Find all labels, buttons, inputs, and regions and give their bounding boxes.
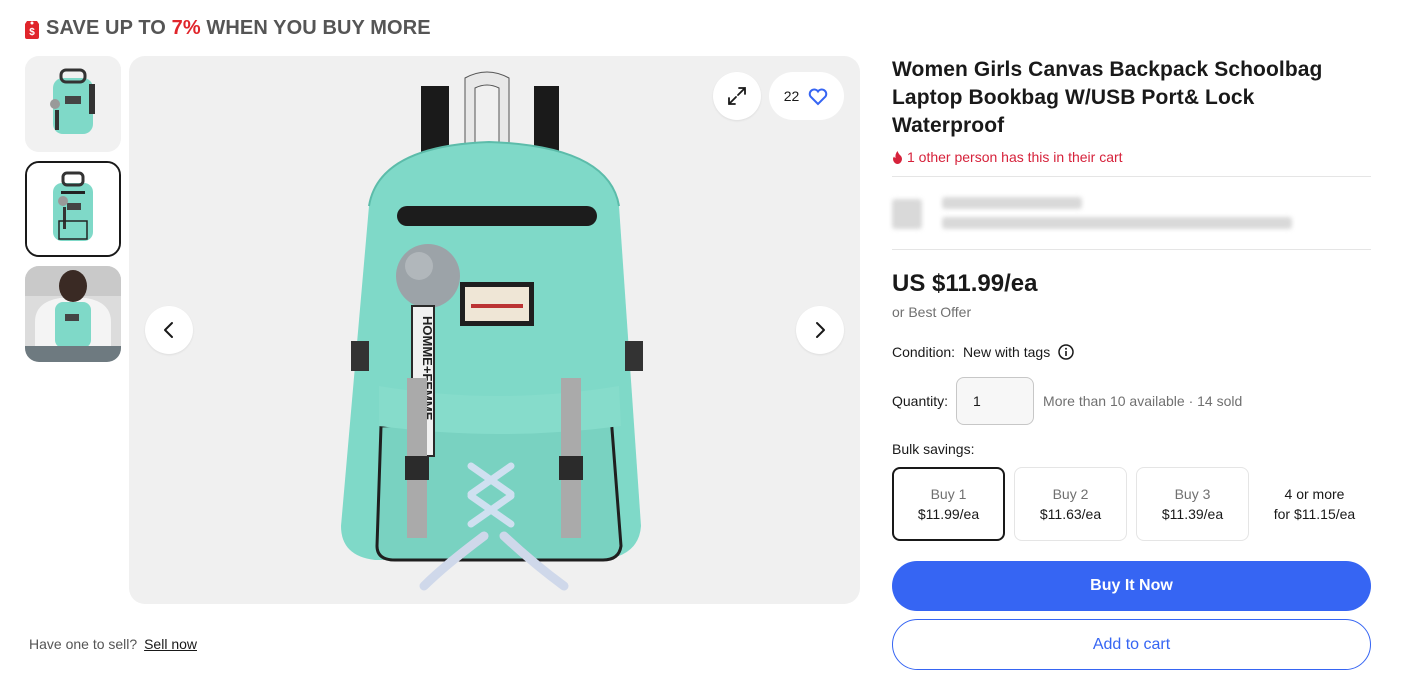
sell-now-link[interactable]: Sell now xyxy=(144,636,197,652)
condition-row: Condition: New with tags xyxy=(892,344,1371,360)
thumbnail-strip xyxy=(25,56,121,371)
seller-info-redacted xyxy=(892,177,1371,249)
backpack-thumbnail-image xyxy=(25,56,121,152)
best-offer-text: or Best Offer xyxy=(892,304,972,320)
thumbnail-2[interactable] xyxy=(25,161,121,257)
flame-icon xyxy=(893,150,902,164)
bulk-price: $11.63/ea xyxy=(1039,506,1102,522)
add-to-cart-button[interactable]: Add to cart xyxy=(892,619,1371,670)
model-thumbnail-image xyxy=(25,266,121,362)
bulk-option-buy-1[interactable]: Buy 1 $11.99/ea xyxy=(892,467,1005,541)
bulk-option-4-or-more: 4 or more for $11.15/ea xyxy=(1258,467,1371,541)
expand-icon xyxy=(728,87,746,105)
promo-text: SAVE UP TO 7% WHEN YOU BUY MORE xyxy=(46,16,431,39)
quantity-row: Quantity: More than 10 available · 14 so… xyxy=(892,377,1371,425)
thumbnail-1[interactable] xyxy=(25,56,121,152)
watch-button[interactable]: 22 xyxy=(769,72,844,120)
watch-count: 22 xyxy=(783,88,800,104)
sell-prompt-text: Have one to sell? xyxy=(29,636,138,652)
product-details: Women Girls Canvas Backpack Schoolbag La… xyxy=(892,56,1371,670)
product-title: Women Girls Canvas Backpack Schoolbag La… xyxy=(892,58,1323,137)
condition-label: Condition: xyxy=(892,344,956,360)
quantity-label: Quantity: xyxy=(892,393,949,409)
next-image-button[interactable] xyxy=(796,306,844,354)
divider xyxy=(892,249,1371,250)
availability-text: More than 10 available · 14 sold xyxy=(1043,393,1243,409)
previous-image-button[interactable] xyxy=(145,306,193,354)
bulk-more-qty: 4 or more xyxy=(1284,486,1345,502)
promo-banner: $ SAVE UP TO 7% WHEN YOU BUY MORE xyxy=(24,13,431,43)
seller-name-blurred xyxy=(942,197,1082,209)
fullscreen-button[interactable] xyxy=(713,72,761,120)
info-icon[interactable] xyxy=(1058,344,1074,360)
seller-stats-blurred xyxy=(942,217,1292,229)
condition-value: New with tags xyxy=(963,344,1051,360)
bulk-qty: Buy 3 xyxy=(1174,486,1211,502)
bulk-option-buy-3[interactable]: Buy 3 $11.39/ea xyxy=(1136,467,1249,541)
bulk-qty: Buy 2 xyxy=(1052,486,1089,502)
backpack-thumbnail-image xyxy=(27,163,119,255)
bulk-option-buy-2[interactable]: Buy 2 $11.63/ea xyxy=(1014,467,1127,541)
heart-icon xyxy=(809,88,828,106)
bulk-price: $11.99/ea xyxy=(917,506,980,522)
backpack-image: HOMME+FEMME xyxy=(341,71,643,591)
price: US $11.99/ea xyxy=(892,270,1038,297)
main-product-image[interactable]: HOMME+FEMME 22 xyxy=(129,56,860,604)
chevron-left-icon xyxy=(164,322,173,338)
sell-prompt: Have one to sell? Sell now xyxy=(29,636,197,652)
seller-avatar-blurred xyxy=(892,199,922,229)
thumbnail-3[interactable] xyxy=(25,266,121,362)
cart-activity-note: 1 other person has this in their cart xyxy=(892,149,1371,165)
quantity-input[interactable] xyxy=(956,377,1035,425)
svg-text:$: $ xyxy=(29,27,35,38)
bulk-savings-options: Buy 1 $11.99/ea Buy 2 $11.63/ea Buy 3 $1… xyxy=(892,467,1371,541)
bulk-qty: Buy 1 xyxy=(930,486,967,502)
price-tag-icon: $ xyxy=(25,21,39,39)
buy-it-now-button[interactable]: Buy It Now xyxy=(892,561,1371,611)
bulk-more-price: for $11.15/ea xyxy=(1273,506,1356,522)
bulk-price: $11.39/ea xyxy=(1161,506,1224,522)
bulk-savings-label: Bulk savings: xyxy=(892,441,975,457)
cart-note-text: 1 other person has this in their cart xyxy=(907,149,1123,165)
chevron-right-icon xyxy=(816,322,825,338)
